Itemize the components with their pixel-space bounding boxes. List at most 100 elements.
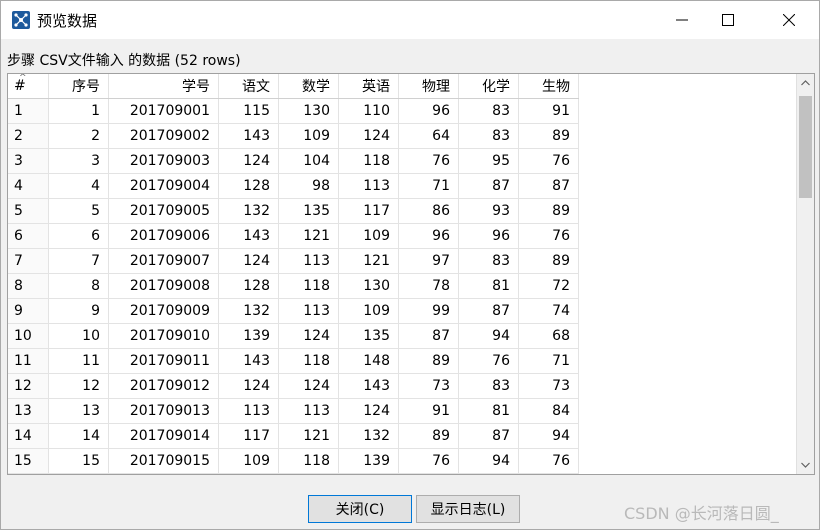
chemistry-cell[interactable]: 95	[458, 148, 519, 174]
student-id-cell[interactable]: 201709001	[108, 98, 219, 124]
chemistry-cell[interactable]: 81	[458, 398, 519, 424]
biology-cell[interactable]: 89	[518, 198, 579, 224]
english-cell[interactable]: 124	[338, 398, 399, 424]
seq-cell[interactable]: 4	[48, 173, 109, 199]
chinese-cell[interactable]: 143	[218, 123, 279, 149]
column-header-seq[interactable]: 序号	[48, 74, 109, 99]
row-index[interactable]: 15	[8, 448, 49, 474]
row-index[interactable]: 16	[8, 473, 49, 474]
student-id-cell[interactable]: 201709011	[108, 348, 219, 374]
table-row[interactable]: 5 5 201709005 132 135 117 86 93 89	[8, 198, 579, 224]
chinese-cell[interactable]: 113	[218, 398, 279, 424]
biology-cell[interactable]: 73	[518, 473, 579, 474]
column-header-chemistry[interactable]: 化学	[458, 74, 519, 99]
chinese-cell[interactable]: 115	[218, 98, 279, 124]
chemistry-cell[interactable]: 87	[458, 423, 519, 449]
row-index[interactable]: 5	[8, 198, 49, 224]
biology-cell[interactable]: 89	[518, 248, 579, 274]
math-cell[interactable]: 124	[278, 373, 339, 399]
math-cell[interactable]: 121	[278, 223, 339, 249]
table-row[interactable]: 10 10 201709010 139 124 135 87 94 68	[8, 323, 579, 349]
row-index[interactable]: 7	[8, 248, 49, 274]
chinese-cell[interactable]: 139	[218, 323, 279, 349]
student-id-cell[interactable]: 201709003	[108, 148, 219, 174]
english-cell[interactable]: 124	[338, 123, 399, 149]
chemistry-cell[interactable]: 81	[458, 273, 519, 299]
title-bar[interactable]: 预览数据	[1, 1, 819, 39]
math-cell[interactable]: 113	[278, 248, 339, 274]
physics-cell[interactable]: 87	[398, 323, 459, 349]
table-row[interactable]: 9 9 201709009 132 113 109 99 87 74	[8, 298, 579, 324]
physics-cell[interactable]: 99	[398, 298, 459, 324]
student-id-cell[interactable]: 201709012	[108, 373, 219, 399]
physics-cell[interactable]: 78	[398, 273, 459, 299]
english-cell[interactable]: 130	[338, 273, 399, 299]
row-index[interactable]: 6	[8, 223, 49, 249]
physics-cell[interactable]: 89	[398, 423, 459, 449]
vertical-scrollbar[interactable]	[796, 74, 814, 474]
english-cell[interactable]: 110	[338, 98, 399, 124]
biology-cell[interactable]: 87	[518, 173, 579, 199]
seq-cell[interactable]: 9	[48, 298, 109, 324]
seq-cell[interactable]: 7	[48, 248, 109, 274]
scroll-thumb[interactable]	[799, 96, 812, 198]
english-cell[interactable]: 117	[338, 473, 399, 474]
english-cell[interactable]: 117	[338, 198, 399, 224]
english-cell[interactable]: 109	[338, 223, 399, 249]
biology-cell[interactable]: 76	[518, 448, 579, 474]
biology-cell[interactable]: 76	[518, 148, 579, 174]
chinese-cell[interactable]: 132	[218, 198, 279, 224]
math-cell[interactable]: 98	[278, 173, 339, 199]
english-cell[interactable]: 139	[338, 448, 399, 474]
student-id-cell[interactable]: 201709004	[108, 173, 219, 199]
column-header-student-id[interactable]: 学号	[108, 74, 219, 99]
physics-cell[interactable]: 89	[398, 348, 459, 374]
math-cell[interactable]: 121	[278, 423, 339, 449]
math-cell[interactable]: 118	[278, 273, 339, 299]
math-cell[interactable]: 135	[278, 198, 339, 224]
table-row[interactable]: 13 13 201709013 113 113 124 91 81 84	[8, 398, 579, 424]
chinese-cell[interactable]: 124	[218, 373, 279, 399]
row-index[interactable]: 9	[8, 298, 49, 324]
close-window-button[interactable]	[759, 1, 819, 39]
row-index[interactable]: 3	[8, 148, 49, 174]
math-cell[interactable]: 104	[278, 148, 339, 174]
column-header-chinese[interactable]: 语文	[218, 74, 279, 99]
english-cell[interactable]: 135	[338, 323, 399, 349]
seq-cell[interactable]: 1	[48, 98, 109, 124]
physics-cell[interactable]: 87	[398, 473, 459, 474]
seq-cell[interactable]: 13	[48, 398, 109, 424]
student-id-cell[interactable]: 201709007	[108, 248, 219, 274]
column-header-physics[interactable]: 物理	[398, 74, 459, 99]
row-index[interactable]: 13	[8, 398, 49, 424]
biology-cell[interactable]: 73	[518, 373, 579, 399]
chinese-cell[interactable]: 128	[218, 173, 279, 199]
row-index[interactable]: 1	[8, 98, 49, 124]
seq-cell[interactable]: 15	[48, 448, 109, 474]
chemistry-cell[interactable]: 87	[458, 298, 519, 324]
english-cell[interactable]: 118	[338, 148, 399, 174]
math-cell[interactable]: 110	[278, 473, 339, 474]
table-row[interactable]: 2 2 201709002 143 109 124 64 83 89	[8, 123, 579, 149]
english-cell[interactable]: 113	[338, 173, 399, 199]
seq-cell[interactable]: 8	[48, 273, 109, 299]
student-id-cell[interactable]: 201709002	[108, 123, 219, 149]
student-id-cell[interactable]: 201709009	[108, 298, 219, 324]
row-index[interactable]: 11	[8, 348, 49, 374]
math-cell[interactable]: 118	[278, 448, 339, 474]
chemistry-cell[interactable]: 83	[458, 373, 519, 399]
seq-cell[interactable]: 3	[48, 148, 109, 174]
chemistry-cell[interactable]: 87	[458, 173, 519, 199]
biology-cell[interactable]: 91	[518, 98, 579, 124]
table-row[interactable]: 12 12 201709012 124 124 143 73 83 73	[8, 373, 579, 399]
english-cell[interactable]: 121	[338, 248, 399, 274]
chemistry-cell[interactable]: 94	[458, 323, 519, 349]
physics-cell[interactable]: 76	[398, 448, 459, 474]
english-cell[interactable]: 109	[338, 298, 399, 324]
english-cell[interactable]: 148	[338, 348, 399, 374]
seq-cell[interactable]: 5	[48, 198, 109, 224]
table-row[interactable]: 14 14 201709014 117 121 132 89 87 94	[8, 423, 579, 449]
student-id-cell[interactable]: 201709006	[108, 223, 219, 249]
biology-cell[interactable]: 68	[518, 323, 579, 349]
student-id-cell[interactable]: 201709015	[108, 448, 219, 474]
